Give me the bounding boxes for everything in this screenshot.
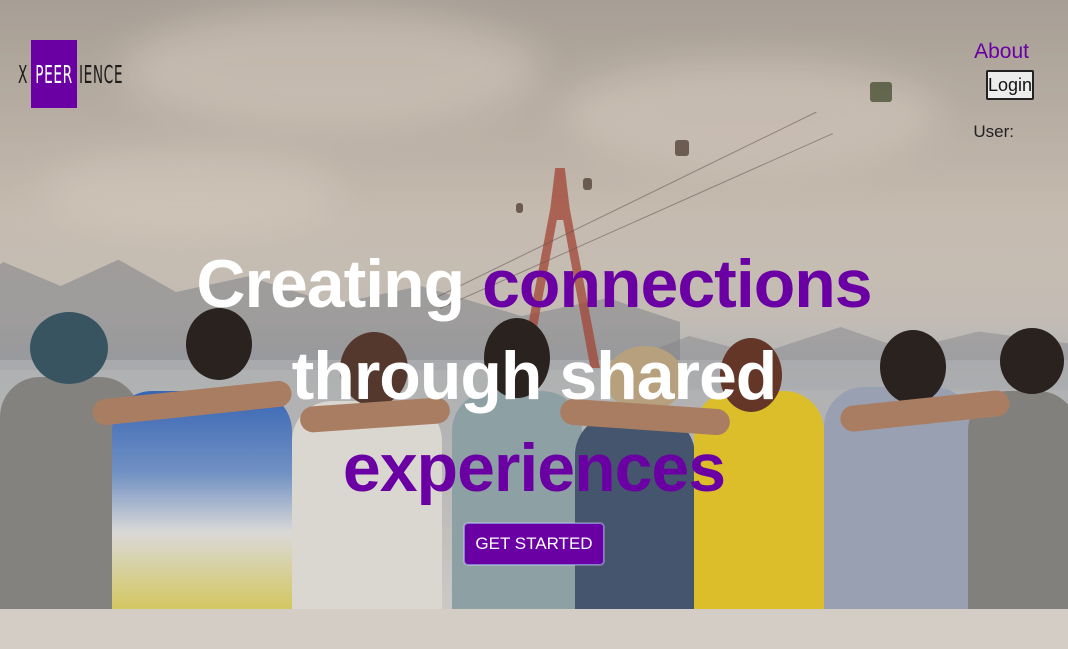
hero-headline: Creating connections through shared expe… — [0, 238, 1068, 514]
headline-word-experiences: experiences — [342, 430, 726, 506]
user-label: User: — [973, 122, 1014, 141]
logo-x: X — [18, 59, 28, 89]
headline-word-creating: Creating — [196, 246, 465, 322]
get-started-button[interactable]: GET STARTED — [464, 523, 604, 565]
headline-line-through-shared: through shared — [291, 338, 778, 414]
nav-about-link[interactable]: About — [974, 40, 1029, 64]
headline-word-connections: connections — [482, 246, 872, 322]
logo-rest: IENCE — [79, 59, 124, 89]
login-button[interactable]: Login — [986, 70, 1034, 100]
logo-peer-box: PEER — [31, 40, 77, 108]
brand-logo[interactable]: X PEER IENCE — [18, 40, 128, 108]
logo-peer-text: PEER — [35, 59, 73, 89]
